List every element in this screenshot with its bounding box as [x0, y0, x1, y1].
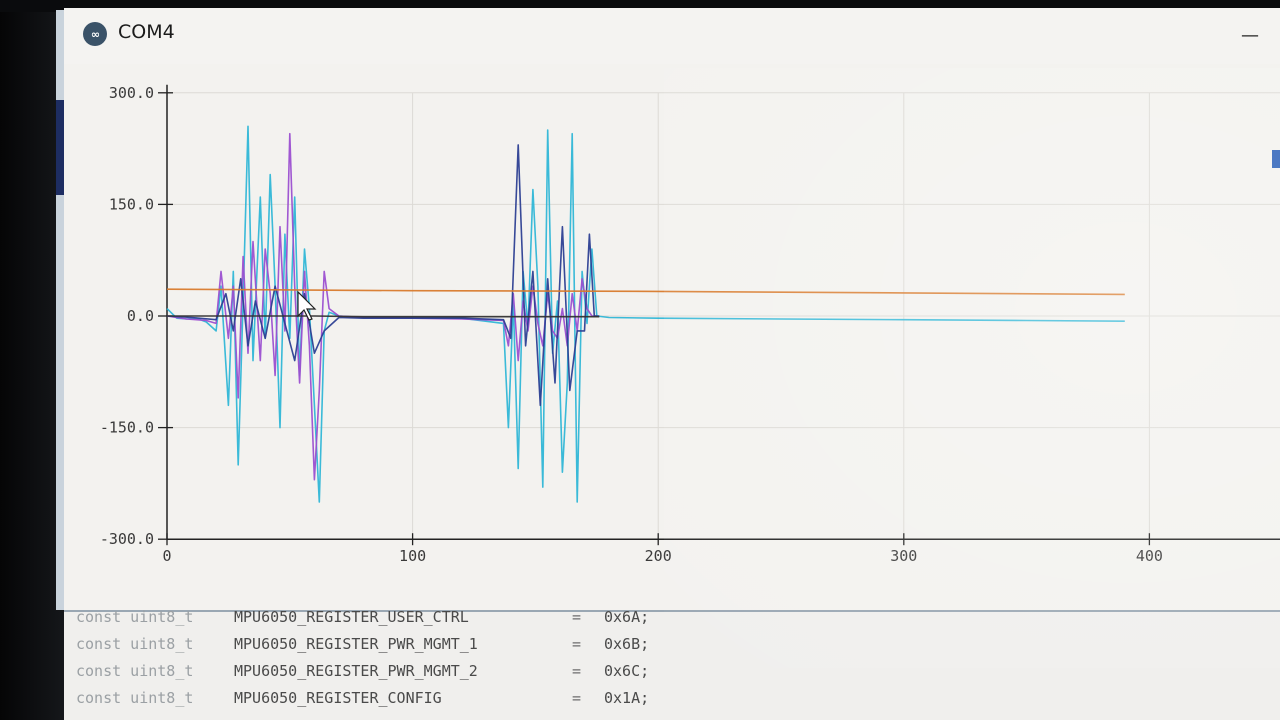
axes	[158, 84, 1280, 546]
x-tick-label: 200	[645, 547, 672, 565]
console-type-keyword: const uint8_t	[76, 635, 194, 653]
monitor-bezel	[0, 0, 64, 720]
code-console: const uint8_t MPU6050_REGISTER_USER_CTRL =…	[64, 608, 1280, 720]
console-line: const uint8_t MPU6050_REGISTER_PWR_MGMT_2…	[76, 662, 649, 688]
scroll-indicator[interactable]	[1272, 150, 1280, 168]
x-tick-label: 400	[1136, 547, 1163, 565]
console-register-name: MPU6050_REGISTER_USER_CTRL	[234, 608, 469, 626]
series-line-5	[167, 315, 600, 318]
console-equals: =	[572, 635, 582, 653]
console-register-value: 0x1A;	[604, 689, 650, 707]
y-tick-label: -150.0	[100, 419, 154, 437]
minimize-button[interactable]: —	[1238, 24, 1262, 48]
axis-labels: 300.0 150.0 0.0 -150.0 -300.0 0 100 200 300 400	[100, 84, 1163, 565]
console-equals: =	[572, 608, 582, 626]
arduino-icon: ∞	[83, 22, 107, 46]
serial-plotter-window: ∞ COM4 — 300.0 150.0 0.0 -150.0 -300.0 0 100 20…	[64, 8, 1280, 720]
console-register-value: 0x6C;	[604, 662, 650, 680]
console-type-keyword: const uint8_t	[76, 608, 194, 626]
series-line-1	[166, 125, 1125, 503]
line-chart: 300.0 150.0 0.0 -150.0 -300.0 0 100 200 300 400	[100, 84, 1280, 565]
series-line-3	[166, 144, 600, 407]
title-bar[interactable]: ∞ COM4 —	[64, 8, 1280, 64]
y-tick-label: -300.0	[100, 530, 154, 548]
console-line: const uint8_t MPU6050_REGISTER_CONFIG = 0x1…	[76, 689, 649, 715]
console-register-value: 0x6A;	[604, 608, 650, 626]
x-tick-label: 100	[399, 547, 426, 565]
x-tick-label: 0	[162, 547, 171, 565]
console-register-value: 0x6B;	[604, 635, 650, 653]
series-layer	[166, 125, 1125, 503]
console-type-keyword: const uint8_t	[76, 689, 194, 707]
plot-area: 300.0150.00.0-150.0-300.00100200300400 9	[64, 64, 1280, 660]
console-register-name: MPU6050_REGISTER_CONFIG	[234, 689, 442, 707]
series-line-4	[166, 288, 1125, 296]
y-tick-label: 150.0	[109, 195, 154, 213]
window-title: COM4	[118, 21, 175, 43]
console-equals: =	[572, 662, 582, 680]
console-equals: =	[572, 689, 582, 707]
console-type-keyword: const uint8_t	[76, 662, 194, 680]
console-line: const uint8_t MPU6050_REGISTER_PWR_MGMT_1…	[76, 635, 649, 661]
y-tick-label: 300.0	[109, 84, 154, 102]
console-register-name: MPU6050_REGISTER_PWR_MGMT_2	[234, 662, 478, 680]
console-register-name: MPU6050_REGISTER_PWR_MGMT_1	[234, 635, 478, 653]
console-line: const uint8_t MPU6050_REGISTER_USER_CTRL =…	[76, 608, 649, 634]
y-tick-label: 0.0	[127, 307, 154, 325]
x-tick-label: 300	[890, 547, 917, 565]
